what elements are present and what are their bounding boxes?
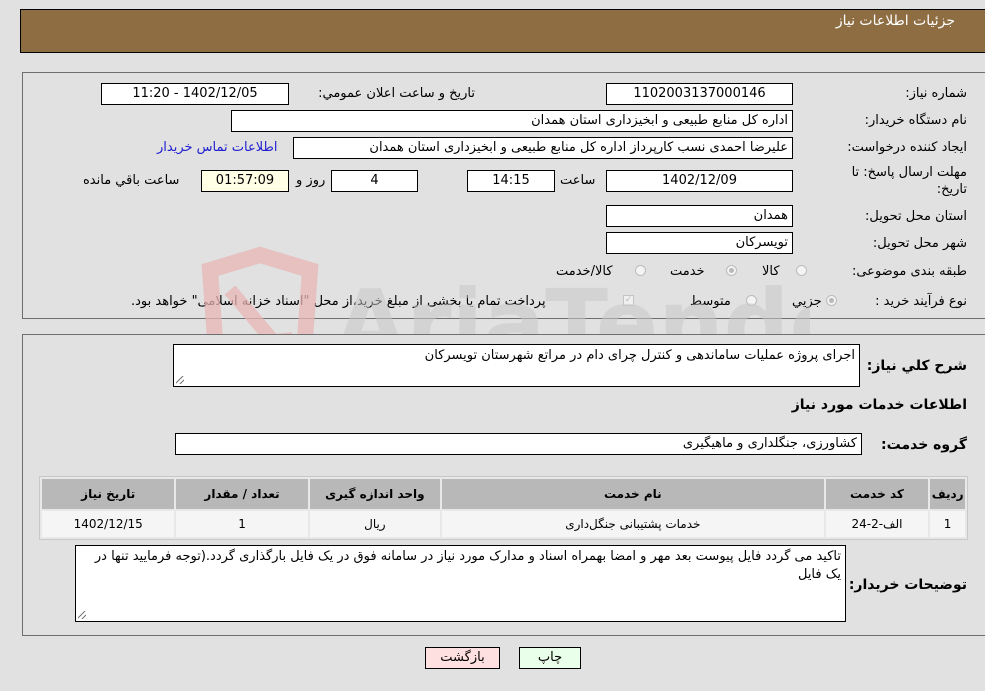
deadline-time-field[interactable]: 14:15 [467, 170, 555, 192]
buyer-notes-text: تاکید می گردد فایل پیوست بعد مهر و امضا … [94, 549, 841, 582]
treasury-checkbox[interactable]: ✓ [623, 295, 634, 306]
services-section-title: اطلاعات خدمات مورد نياز [791, 397, 967, 413]
purchase-option-medium: متوسط [690, 294, 731, 309]
cell-service-code: الف-2-24 [825, 511, 929, 537]
purchase-option-minor: جزيي [792, 294, 822, 309]
purchase-radio-medium[interactable] [746, 295, 757, 306]
remaining-days-field[interactable]: 4 [331, 170, 418, 192]
col-unit: واحد اندازه گيری [309, 479, 440, 509]
category-option-service: خدمت [670, 264, 705, 279]
page-title: جزئیات اطلاعات نیاز [835, 13, 955, 29]
buyer-notes-label: توضيحات خريدار: [848, 577, 967, 593]
deadline-date-field[interactable]: 1402/12/09 [606, 170, 793, 192]
services-table-wrap: رديف كد خدمت نام خدمت واحد اندازه گيری ت… [39, 476, 968, 540]
need-number-label: شماره نیاز: [905, 86, 967, 101]
deadline-label-2: تاریخ: [936, 182, 967, 197]
resize-grip-icon[interactable] [176, 376, 184, 384]
description-text: اجرای پروژه عملیات ساماندهی و کنترل چرای… [424, 348, 855, 363]
purchase-radio-minor[interactable] [826, 295, 837, 306]
col-quantity: تعداد / مقدار [176, 479, 308, 509]
delivery-city-label: شهر محل تحويل: [872, 236, 967, 251]
category-radio-goods[interactable] [796, 265, 807, 276]
delivery-province-label: استان محل تحويل: [865, 209, 967, 224]
col-service-code: كد خدمت [825, 479, 929, 509]
cell-need-date: 1402/12/15 [42, 511, 175, 537]
service-group-field[interactable]: کشاورزی، جنگلداری و ماهیگیری [175, 433, 862, 455]
category-label: طبقه بندی موضوعی: [851, 264, 967, 279]
table-row: 1 الف-2-24 خدمات پشتیبانی جنگل‌داری ریال… [42, 511, 965, 537]
services-table: رديف كد خدمت نام خدمت واحد اندازه گيری ت… [39, 476, 968, 540]
category-radio-service[interactable] [726, 265, 737, 276]
delivery-city-field[interactable]: تویسرکان [606, 232, 793, 254]
deadline-label: مهلت ارسال پاسخ: تا [851, 165, 967, 180]
remaining-time-label: ساعت باقي مانده [83, 173, 180, 188]
buyer-contact-link[interactable]: اطلاعات تماس خريدار [157, 140, 277, 155]
category-radio-goods-service[interactable] [635, 265, 646, 276]
table-header-row: رديف كد خدمت نام خدمت واحد اندازه گيری ت… [42, 479, 965, 509]
cell-unit: ریال [309, 511, 440, 537]
cell-row-number: 1 [930, 511, 965, 537]
need-number-field[interactable]: 1102003137000146 [606, 83, 793, 105]
deadline-time-label: ساعت [560, 173, 596, 188]
remaining-time-field: 01:57:09 [201, 170, 289, 192]
description-label: شرح كلي نياز: [866, 358, 967, 374]
description-textarea[interactable]: اجرای پروژه عملیات ساماندهی و کنترل چرای… [173, 344, 860, 387]
col-row-number: رديف [930, 479, 965, 509]
buyer-org-field[interactable]: اداره كل منابع طبيعی و ابخيزداری استان ه… [231, 110, 793, 132]
col-service-name: نام خدمت [442, 479, 824, 509]
category-option-goods: كالا [762, 264, 780, 279]
back-button[interactable]: بازگشت [425, 647, 500, 669]
buyer-notes-textarea[interactable]: تاکید می گردد فایل پیوست بعد مهر و امضا … [75, 545, 846, 622]
announce-datetime-field[interactable]: 1402/12/05 - 11:20 [101, 83, 289, 105]
col-need-date: تاريخ نياز [42, 479, 175, 509]
buyer-org-label: نام دستگاه خريدار: [864, 113, 967, 128]
requester-label: ايجاد كننده درخواست: [847, 140, 967, 155]
resize-grip-icon[interactable] [78, 611, 86, 619]
announce-datetime-label: تاريخ و ساعت اعلان عمومي: [318, 86, 475, 101]
cell-quantity: 1 [176, 511, 308, 537]
service-group-label: گروه خدمت: [881, 437, 967, 453]
treasury-note: پرداخت تمام يا بخشی از مبلغ خريد،از محل … [131, 294, 546, 309]
cell-service-name: خدمات پشتیبانی جنگل‌داری [442, 511, 824, 537]
purchase-type-label: نوع فرآيند خريد : [875, 294, 967, 309]
print-button[interactable]: چاپ [519, 647, 581, 669]
delivery-province-field[interactable]: همدان [606, 205, 793, 227]
requester-field[interactable]: عليرضا احمدی نسب كارپرداز اداره كل منابع… [293, 137, 793, 159]
category-option-goods-service: كالا/خدمت [556, 264, 613, 279]
days-label: روز و [296, 173, 326, 188]
